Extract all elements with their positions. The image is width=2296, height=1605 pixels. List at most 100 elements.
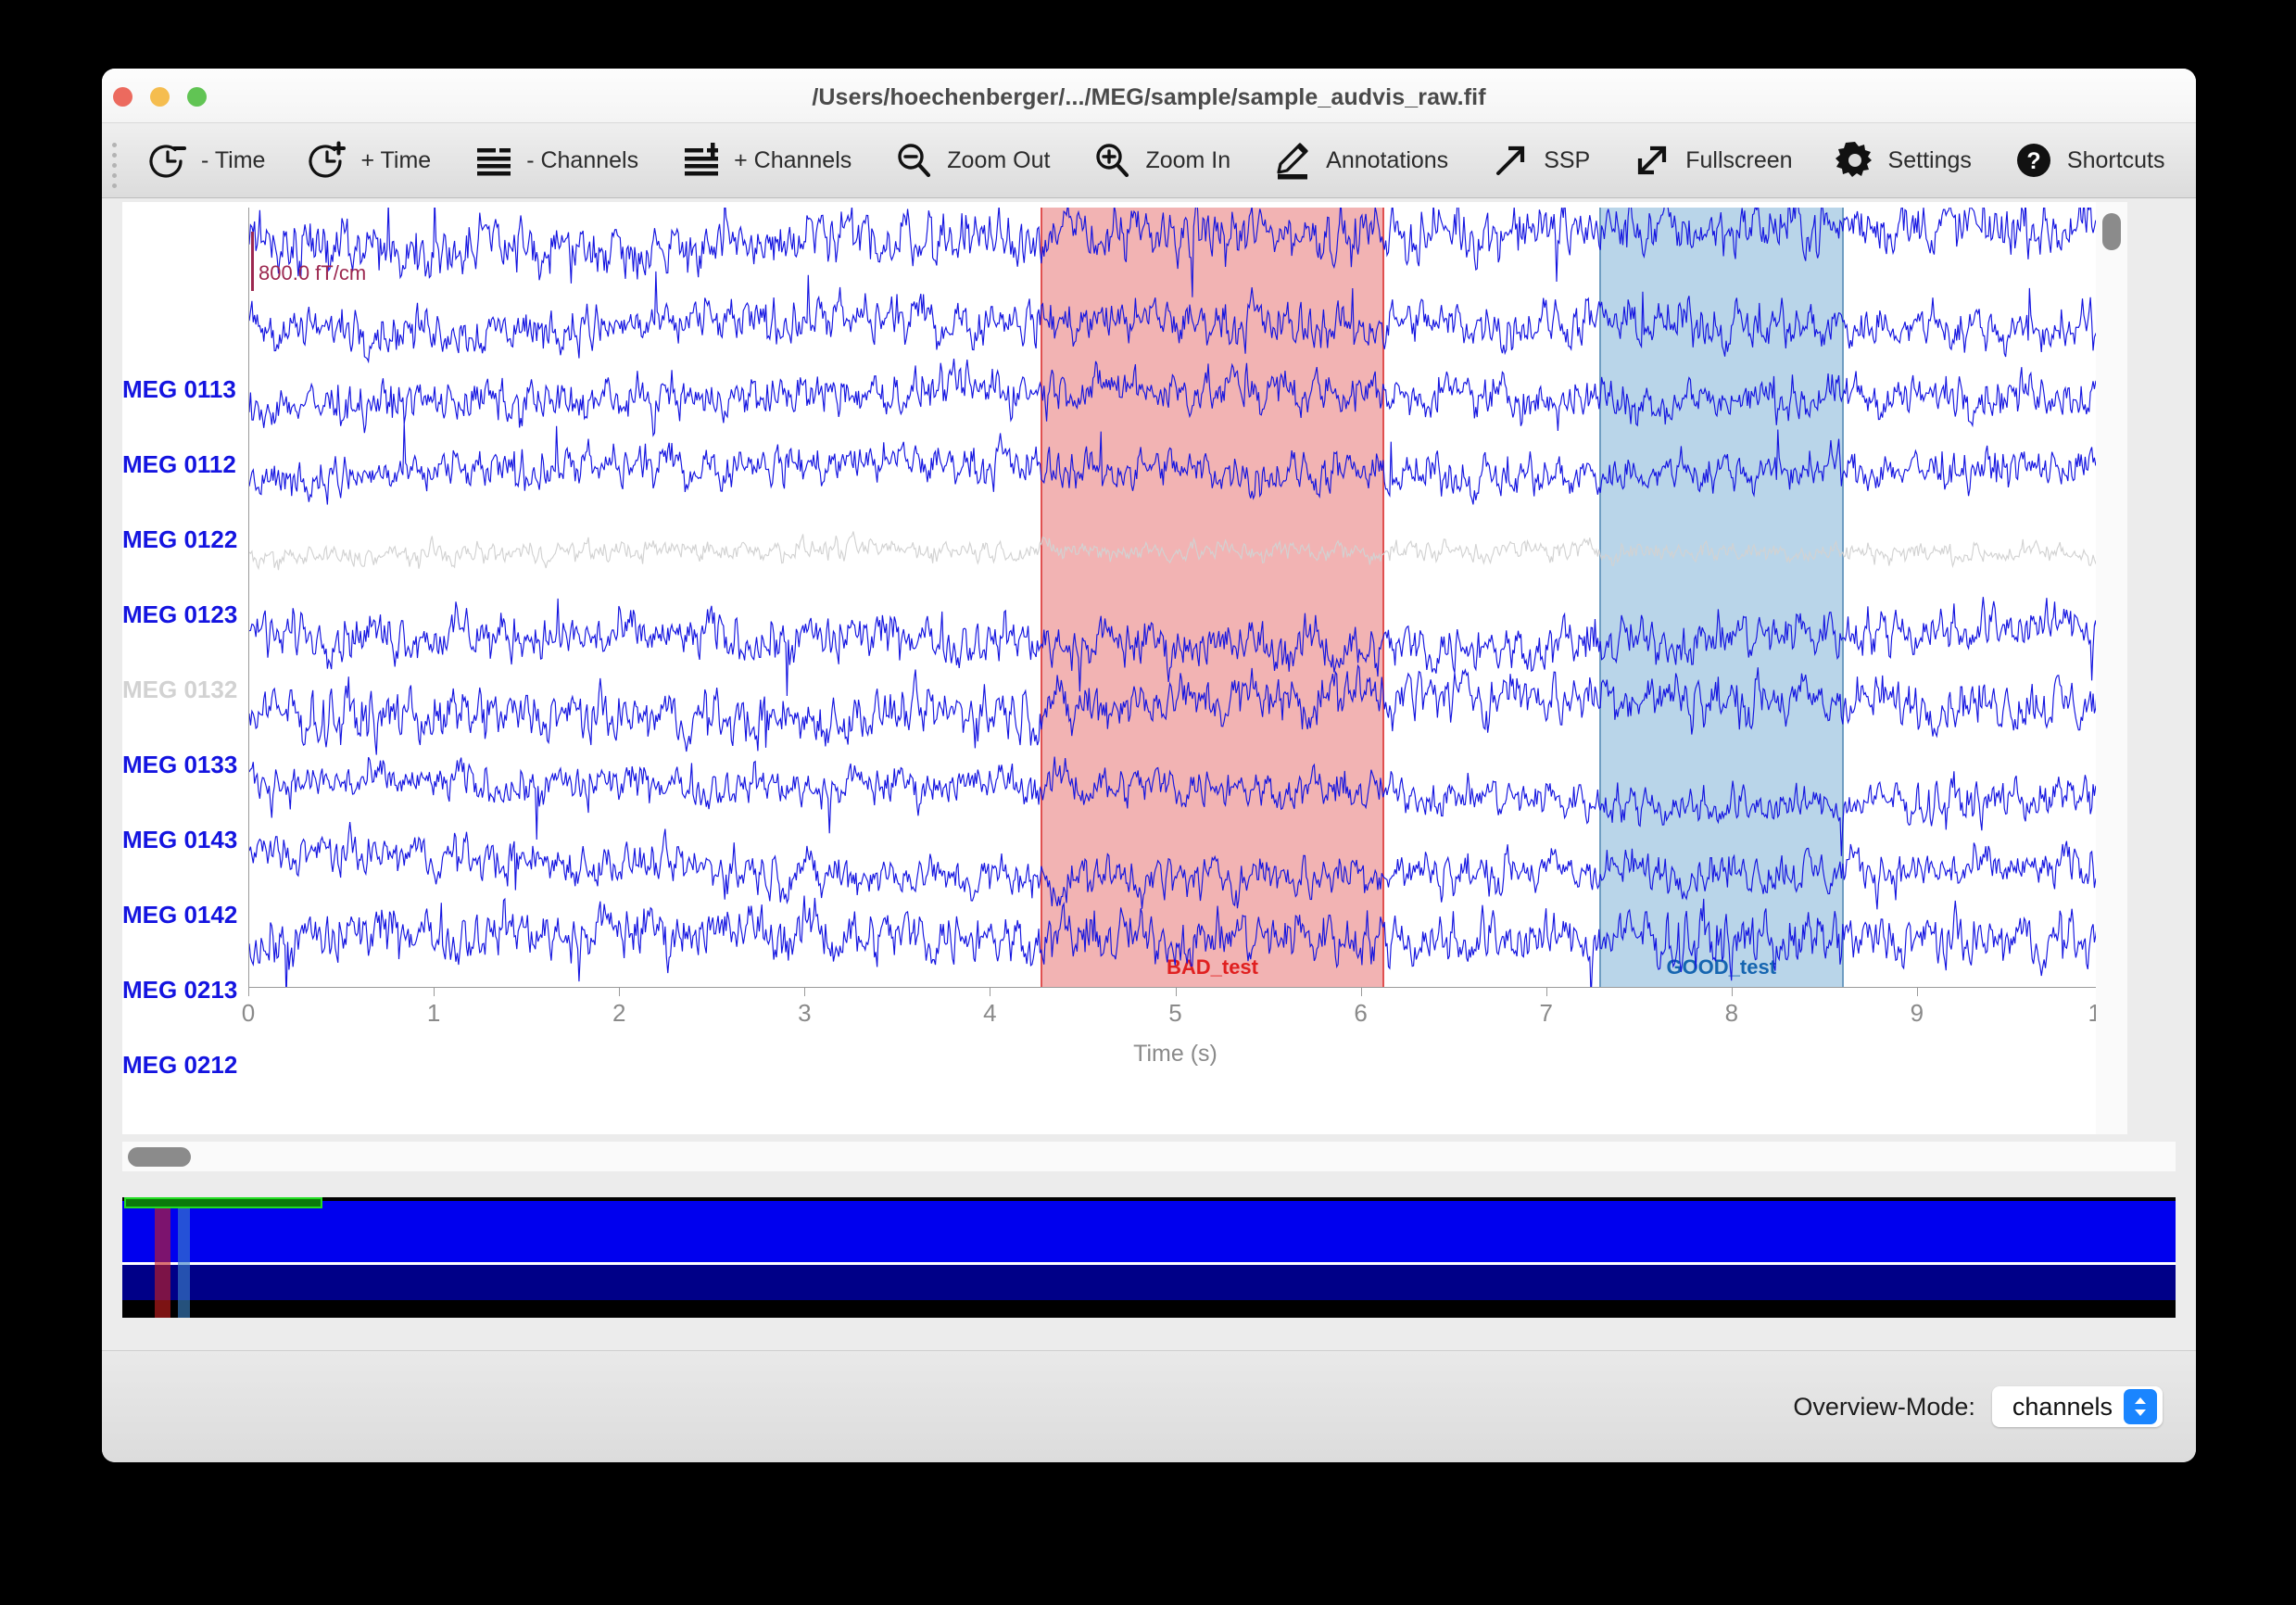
- toolbar-button-label: Shortcuts: [2066, 146, 2165, 173]
- toolbar-button-label: - Channels: [526, 146, 639, 173]
- magnifier-minus-icon: [892, 139, 935, 182]
- channel-trace[interactable]: [249, 208, 2102, 297]
- axes-region[interactable]: BAD_test GOOD_test 800.0 fT/cm: [248, 208, 2102, 988]
- toolbar-button-decrease-channels[interactable]: - Channels: [451, 123, 659, 197]
- toolbar-button-label: - Time: [201, 146, 266, 173]
- overview-band-empty: [122, 1300, 2176, 1316]
- svg-text:?: ?: [2026, 148, 2040, 174]
- toolbar-button-increase-time[interactable]: + Time: [285, 123, 451, 197]
- channel-trace[interactable]: [249, 597, 2102, 696]
- toolbar-button-ssp[interactable]: SSP: [1469, 123, 1610, 197]
- title-bar: /Users/hoechenberger/.../MEG/sample/samp…: [102, 69, 2196, 123]
- overview-band-good-channels: [122, 1201, 2176, 1262]
- horizontal-scrollbar[interactable]: [122, 1142, 2176, 1171]
- channel-label-meg-0113[interactable]: MEG 0113: [122, 375, 236, 404]
- channel-trace[interactable]: [249, 665, 2102, 754]
- expand-arrows-icon: [1631, 139, 1673, 182]
- channel-trace[interactable]: [249, 423, 2102, 505]
- plot-card: MEG 0113 MEG 0112 MEG 0122 MEG 0123 MEG …: [122, 202, 2176, 1171]
- toolbar: - Time + Time - Channels + Channels Zoom…: [102, 123, 2196, 198]
- toolbar-button-increase-channels[interactable]: + Channels: [659, 123, 872, 197]
- channel-trace[interactable]: [249, 896, 2102, 987]
- toolbar-button-label: Fullscreen: [1685, 146, 1793, 173]
- x-tick-mark: [1360, 988, 1362, 996]
- x-tick-mark: [804, 988, 806, 996]
- toolbar-button-fullscreen[interactable]: Fullscreen: [1610, 123, 1812, 197]
- app-window: /Users/hoechenberger/.../MEG/sample/samp…: [102, 69, 2196, 1462]
- x-tick-label: 9: [1910, 999, 1924, 1027]
- toolbar-button-label: Settings: [1887, 146, 1972, 173]
- vertical-scrollbar-thumb[interactable]: [2102, 213, 2121, 250]
- overview-mode-control: Overview-Mode: channels: [1793, 1386, 2163, 1427]
- clock-minus-icon: [146, 139, 189, 182]
- window-title: /Users/hoechenberger/.../MEG/sample/samp…: [812, 84, 1486, 110]
- toolbar-drag-handle[interactable]: [102, 123, 126, 197]
- magnifier-plus-icon: [1091, 139, 1133, 182]
- toolbar-button-annotations[interactable]: Annotations: [1251, 123, 1469, 197]
- toolbar-button-label: Zoom Out: [947, 146, 1051, 173]
- screenshot-root: /Users/hoechenberger/.../MEG/sample/samp…: [0, 0, 2296, 1605]
- x-tick-label: 5: [1168, 999, 1182, 1027]
- x-tick-label: 6: [1354, 999, 1368, 1027]
- x-tick-mark: [1545, 988, 1547, 996]
- footer-bar: Overview-Mode: channels: [102, 1350, 2196, 1462]
- channel-label-meg-0212[interactable]: MEG 0212: [122, 1051, 237, 1080]
- toolbar-button-label: Annotations: [1326, 146, 1449, 173]
- scale-bar-label: 800.0 fT/cm: [259, 261, 367, 284]
- x-tick-mark: [619, 988, 621, 996]
- toolbar-button-label: Zoom In: [1145, 146, 1231, 173]
- x-tick-label: 8: [1724, 999, 1739, 1027]
- toolbar-button-shortcuts[interactable]: ? Shortcuts: [1992, 123, 2186, 197]
- x-tick-mark: [1916, 988, 1918, 996]
- channel-label-meg-0112[interactable]: MEG 0112: [122, 450, 236, 479]
- x-tick-mark: [1175, 988, 1177, 996]
- x-tick-label: 2: [612, 999, 626, 1027]
- x-tick-label: 0: [241, 999, 256, 1027]
- channel-trace[interactable]: [249, 756, 2102, 855]
- toolbar-button-zoom-out[interactable]: Zoom Out: [872, 123, 1070, 197]
- gear-icon: [1834, 139, 1876, 182]
- toolbar-button-label: SSP: [1544, 146, 1591, 173]
- vertical-scrollbar[interactable]: [2096, 202, 2127, 1134]
- toolbar-button-settings[interactable]: Settings: [1813, 123, 1992, 197]
- channel-label-meg-0123[interactable]: MEG 0123: [122, 600, 237, 629]
- channel-label-meg-0133[interactable]: MEG 0133: [122, 751, 237, 779]
- overview-bar[interactable]: [122, 1197, 2176, 1318]
- overview-mode-select[interactable]: channels: [1991, 1386, 2163, 1427]
- x-tick-mark: [1731, 988, 1733, 996]
- channel-label-meg-0132[interactable]: MEG 0132: [122, 676, 237, 704]
- toolbar-button-zoom-in[interactable]: Zoom In: [1070, 123, 1251, 197]
- toolbar-button-label: + Channels: [734, 146, 852, 173]
- x-tick-label: 4: [983, 999, 997, 1027]
- overview-annotation-good[interactable]: [178, 1197, 190, 1318]
- channel-trace[interactable]: [249, 531, 2102, 570]
- x-axis-title: Time (s): [1133, 1041, 1217, 1067]
- overview-mode-label: Overview-Mode:: [1793, 1392, 1975, 1421]
- channel-trace[interactable]: [249, 272, 2102, 361]
- overview-band-secondary: [122, 1265, 2176, 1300]
- channel-label-meg-0122[interactable]: MEG 0122: [122, 525, 237, 554]
- toolbar-button-label: + Time: [360, 146, 432, 173]
- channel-trace[interactable]: [249, 822, 2102, 909]
- lines-minus-icon: [472, 139, 514, 182]
- channel-label-meg-0213[interactable]: MEG 0213: [122, 976, 237, 1005]
- raw-data-plot[interactable]: MEG 0113 MEG 0112 MEG 0122 MEG 0123 MEG …: [122, 202, 2127, 1134]
- pencil-icon: [1271, 139, 1314, 182]
- question-circle-icon: ?: [2012, 139, 2055, 182]
- signal-traces: [249, 208, 2102, 987]
- x-tick-label: 7: [1539, 999, 1553, 1027]
- x-tick-mark: [434, 988, 435, 996]
- horizontal-scrollbar-thumb[interactable]: [128, 1147, 191, 1167]
- chevron-updown-icon[interactable]: [2124, 1389, 2157, 1424]
- overview-viewport-indicator[interactable]: [124, 1197, 322, 1208]
- x-tick-label: 1: [426, 999, 441, 1027]
- overview-mode-value: channels: [2012, 1392, 2113, 1421]
- lines-plus-icon: [679, 139, 722, 182]
- x-tick-label: 3: [798, 999, 812, 1027]
- overview-annotation-bad[interactable]: [155, 1197, 170, 1318]
- channel-label-meg-0142[interactable]: MEG 0142: [122, 901, 237, 929]
- channel-label-meg-0143[interactable]: MEG 0143: [122, 826, 237, 854]
- channel-trace[interactable]: [249, 359, 2102, 436]
- toolbar-button-decrease-time[interactable]: - Time: [126, 123, 285, 197]
- clock-plus-icon: [306, 139, 348, 182]
